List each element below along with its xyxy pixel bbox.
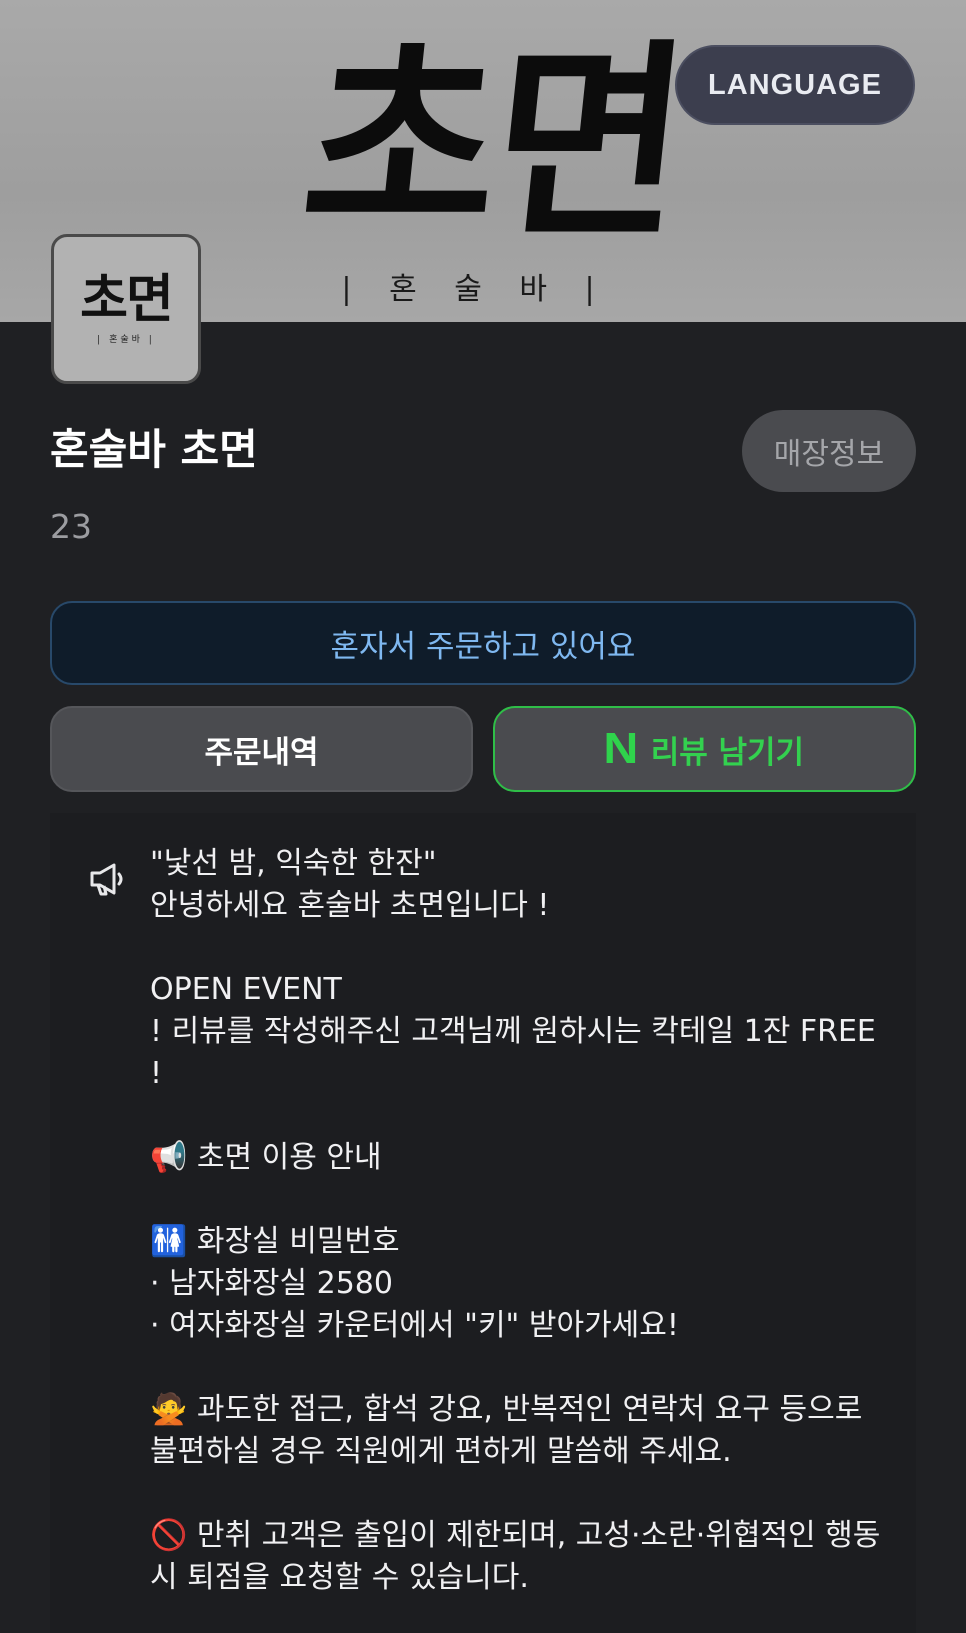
leave-review-button[interactable]: N 리뷰 남기기 xyxy=(493,706,916,792)
store-page: 초면 | 혼 술 바 | LANGUAGE 초면 | 혼술바 | 혼술바 초면 … xyxy=(0,0,966,1633)
thumbnail-subtitle: | 혼술바 | xyxy=(97,334,155,345)
store-thumbnail: 초면 | 혼술바 | xyxy=(51,234,201,384)
order-history-label: 주문내역 xyxy=(204,734,319,771)
store-info-button[interactable]: 매장정보 xyxy=(742,410,916,492)
notice-panel: "낯선 밤, 익숙한 한잔" 안녕하세요 혼술바 초면입니다 ! OPEN EV… xyxy=(50,813,916,1633)
leave-review-label: 리뷰 남기기 xyxy=(650,734,805,771)
banner-subtitle: | 혼 술 바 | xyxy=(341,272,609,307)
solo-order-banner[interactable]: 혼자서 주문하고 있어요 xyxy=(50,601,916,685)
megaphone-icon xyxy=(90,863,123,896)
order-history-button[interactable]: 주문내역 xyxy=(50,706,473,792)
store-count: 23 xyxy=(50,507,92,546)
language-button[interactable]: LANGUAGE xyxy=(675,45,915,125)
banner-logo: 초면 xyxy=(292,19,694,266)
naver-n-icon: N xyxy=(603,724,639,773)
store-name: 혼술바 초면 xyxy=(50,425,258,474)
thumbnail-logo: 초면 xyxy=(80,268,174,330)
notice-text: "낯선 밤, 익숙한 한잔" 안녕하세요 혼술바 초면입니다 ! OPEN EV… xyxy=(150,846,881,1595)
